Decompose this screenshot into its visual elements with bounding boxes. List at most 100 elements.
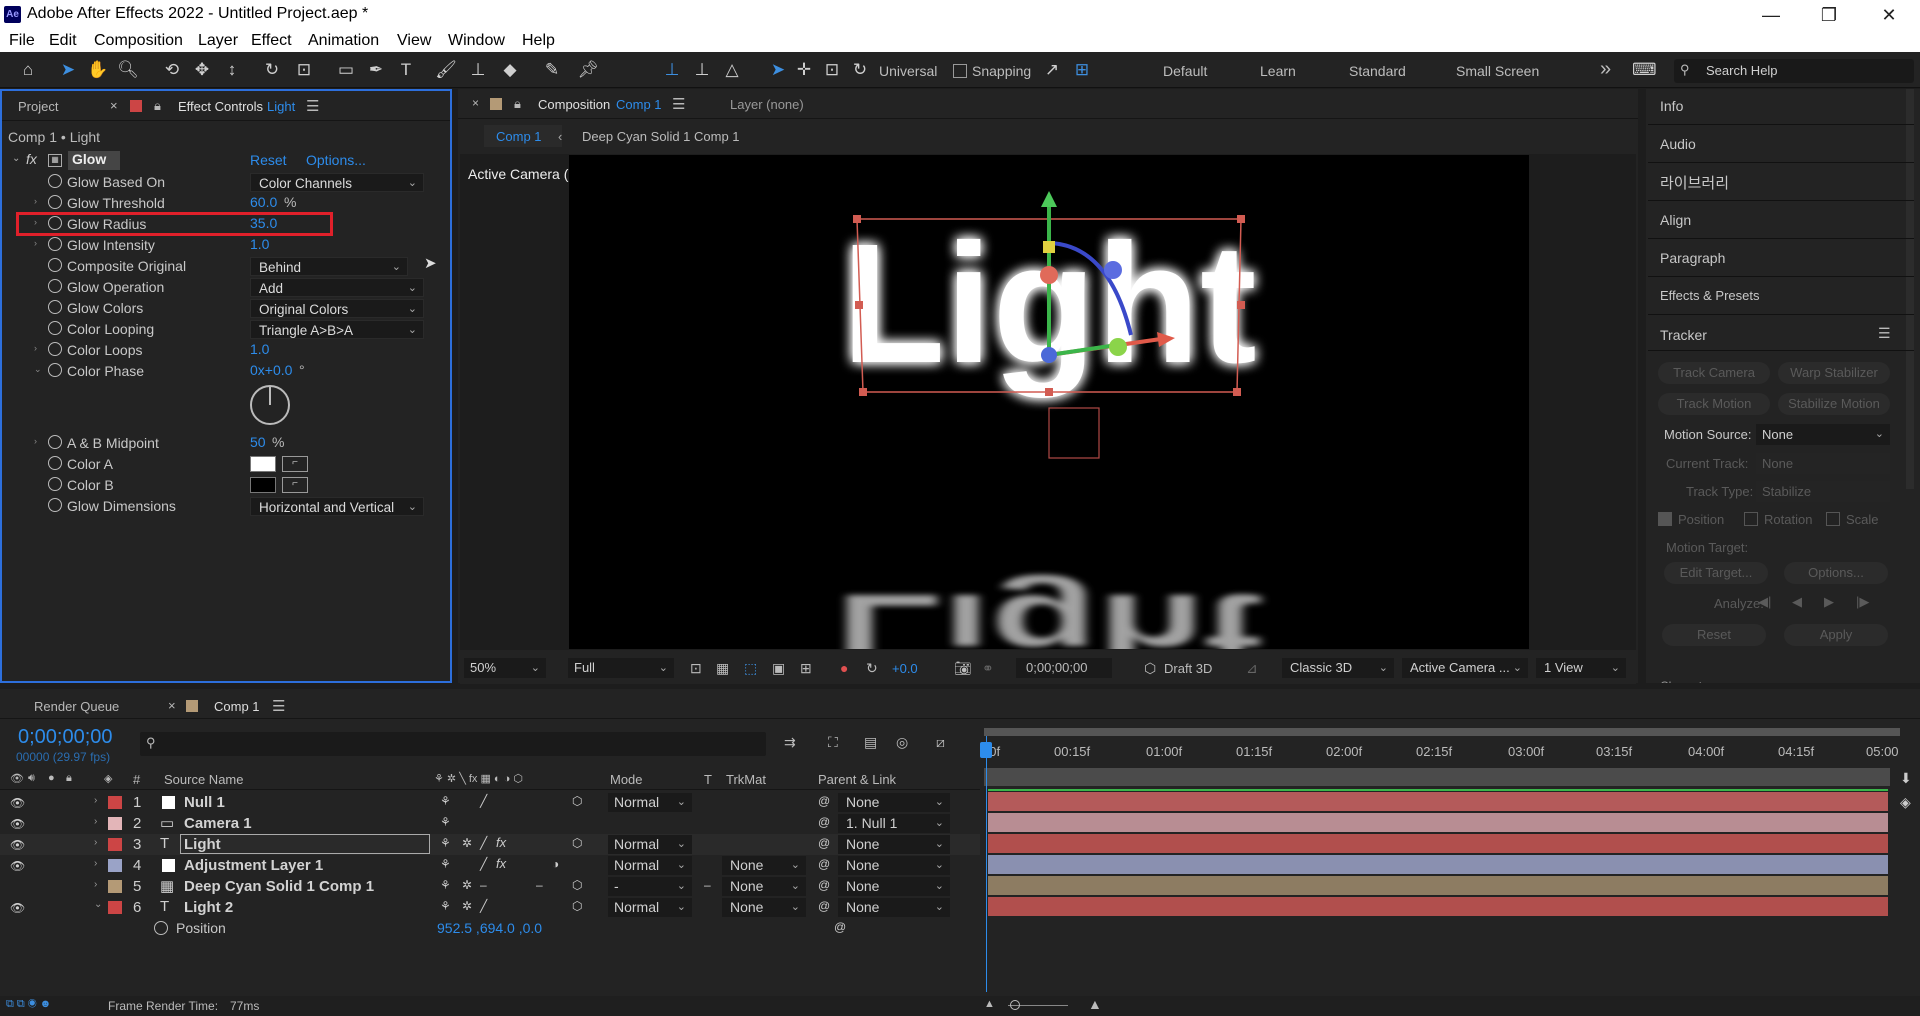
stopwatch-icon[interactable] [48,321,62,335]
position-value[interactable]: 952.5 ,694.0 ,0.0 [437,920,542,936]
more-workspaces-button[interactable]: » [1600,58,1611,81]
eyedropper-icon[interactable]: ⌐ [282,477,308,493]
glow-colors-dropdown[interactable]: Original Colors ⌄ [250,299,424,318]
stopwatch-icon[interactable] [48,435,62,449]
panel-menu-icon[interactable]: ☰ [672,95,685,113]
eyedropper-icon[interactable]: ⌐ [282,456,308,472]
collapse-transform-icon[interactable]: ✲ [462,878,472,892]
collapse-icon[interactable]: ⌄ [12,153,20,164]
mask-visibility-icon[interactable]: ⬚ [744,660,757,677]
stopwatch-icon[interactable] [48,258,62,272]
label-swatch[interactable] [108,796,122,809]
color-looping-dropdown[interactable]: Triangle A>B>A ⌄ [250,320,424,339]
tab-effect-controls[interactable]: Effect Controls [178,99,263,114]
parent-dropdown[interactable]: None ⌄ [838,835,950,854]
reset-link[interactable]: Reset [250,152,287,168]
menu-view[interactable]: View [397,32,431,50]
glow-intensity-value[interactable]: 1.0 [250,236,269,252]
composition-flowchart-icon[interactable]: ⇉ [784,734,796,751]
rotate-3d-icon[interactable]: ↻ [848,58,872,82]
comp-viewer[interactable]: Active Camera (Camera 1) Light Light [460,154,1636,650]
effect-name[interactable]: Glow [68,151,120,170]
trkmat-dropdown[interactable]: None ⌄ [722,856,806,875]
edit-target-button[interactable]: Edit Target... [1664,562,1768,584]
frame-blending-icon[interactable]: ▤ [864,734,877,751]
layer-row[interactable]: 👁︎ ⌄ 6 T Light 2 ⚘ ✲ ╱ ⬡ Normal ⌄ None ⌄ @… [0,897,980,918]
current-track-dropdown[interactable]: None [1756,453,1890,474]
zoom-out-icon[interactable]: ▲ [984,998,995,1010]
analyze-forward-icon[interactable]: ▶ [1824,594,1834,610]
track-type-dropdown[interactable]: Stabilize [1756,481,1890,502]
stopwatch-icon[interactable] [48,195,62,209]
motion-blur-icon[interactable]: ◎ [896,734,908,751]
tracker-menu-icon[interactable]: ☰ [1878,325,1891,342]
preserve-transparency-icon[interactable]: – [704,878,711,892]
view-dropdown[interactable]: Active Camera ... ⌄ [1402,658,1528,678]
renderer-dropdown[interactable]: Classic 3D ⌄ [1282,658,1394,678]
close-tab-icon[interactable]: × [110,98,118,113]
orbit-camera-icon[interactable]: ⟲ [160,58,184,82]
lock-icon[interactable]: 🔒︎ [154,98,161,114]
exposure-value[interactable]: +0.0 [892,661,918,676]
local-axis-icon[interactable]: ⊥ [660,58,684,82]
eye-icon[interactable]: 👁︎ [10,817,25,831]
options-link[interactable]: Options... [306,152,366,168]
label-swatch[interactable] [108,817,122,830]
expand-icon[interactable]: › [34,343,37,353]
mode-dropdown[interactable]: Normal ⌄ [608,856,692,875]
graph-editor-icon[interactable]: ⧄ [936,734,945,751]
quality-icon[interactable]: ╱ [480,836,487,850]
close-window-button[interactable]: ✕ [1866,2,1912,28]
analyze-forward-all-icon[interactable]: |▶ [1856,594,1869,610]
stopwatch-icon[interactable] [48,477,62,491]
snapping-checkbox[interactable] [953,64,967,78]
analyze-back-icon[interactable]: ◀ [1792,594,1802,610]
tab-composition[interactable]: Composition [538,97,610,112]
quality-icon[interactable]: – [480,878,487,892]
fx-icon[interactable]: fx [496,856,506,871]
render-icons[interactable]: ⧉ ⧉ ◉ ☻ [6,998,51,1011]
layer-row-selected[interactable]: 👁︎ › 3 T Light ⚘ ✲ ╱ fx ⬡ Normal ⌄ @ None… [0,834,980,855]
expand-icon[interactable]: › [94,837,97,848]
tab-deep-cyan[interactable]: Deep Cyan Solid 1 Comp 1 [582,129,740,144]
collapse-icon[interactable]: ⌄ [34,364,42,375]
channel-icon[interactable]: ● [840,660,848,676]
color-management-icon[interactable]: ↻ [866,660,878,677]
parent-dropdown[interactable]: None ⌄ [838,877,950,896]
tab-render-queue[interactable]: Render Queue [34,699,119,714]
search-help-box[interactable]: ⚲ Search Help [1674,59,1914,83]
pickwhip-icon[interactable]: @ [834,920,846,934]
layer-row[interactable]: 👁︎ › 2 ▭ Camera 1 ⚘ @ 1. Null 1 ⌄ [0,813,980,834]
glow-dimensions-dropdown[interactable]: Horizontal and Vertical ⌄ [250,497,424,516]
parent-dropdown[interactable]: None ⌄ [838,856,950,875]
glow-threshold-value[interactable]: 60.0 [250,194,277,210]
color-phase-dial[interactable] [250,385,290,425]
parent-dropdown[interactable]: None ⌄ [838,898,950,917]
menu-file[interactable]: File [9,32,35,50]
analyze-back-all-icon[interactable]: ◀| [1758,594,1771,610]
work-area-bar[interactable] [984,728,1900,736]
pickwhip-icon[interactable]: @ [818,815,830,829]
rotation-checkbox[interactable] [1744,512,1758,526]
tab-comp-name[interactable]: Comp 1 [616,97,662,112]
current-time[interactable]: 0;00;00;00 [18,726,113,749]
zoom-slider-handle[interactable] [1010,1000,1020,1010]
quality-icon[interactable]: ╱ [480,794,487,808]
glow-based-on-dropdown[interactable]: Color Channels ⌄ [250,173,424,192]
mode-dropdown[interactable]: Normal ⌄ [608,835,692,854]
stopwatch-icon[interactable] [48,363,62,377]
layer-name[interactable]: Light 2 [184,899,233,916]
zoom-dropdown[interactable]: 50% ⌄ [464,658,546,678]
expand-icon[interactable]: › [34,196,37,206]
pickwhip-icon[interactable]: @ [818,794,830,808]
playhead-handle[interactable] [980,742,992,758]
parent-dropdown[interactable]: None ⌄ [838,793,950,812]
expand-icon[interactable]: › [34,436,37,446]
rectangle-tool-icon[interactable]: ▭ [334,58,358,82]
show-snapshot-icon[interactable]: ⚭ [982,660,994,677]
parent-dropdown[interactable]: 1. Null 1 ⌄ [838,814,950,833]
menu-help[interactable]: Help [522,32,555,50]
mode-dropdown[interactable]: - ⌄ [608,877,692,896]
playhead-line[interactable] [986,736,987,992]
draft-3d-label[interactable]: Draft 3D [1164,661,1212,676]
